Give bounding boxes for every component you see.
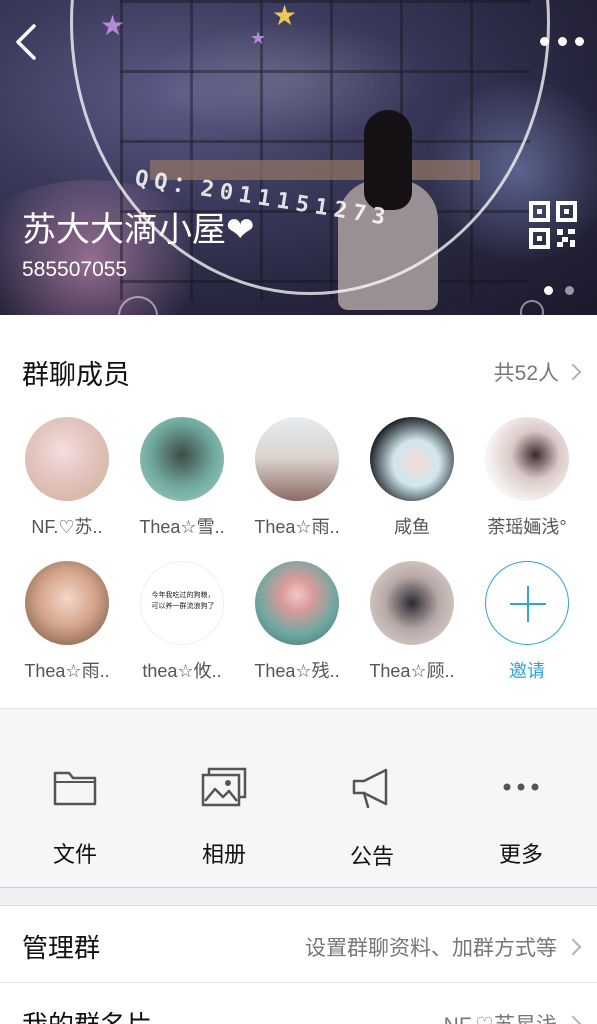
member-item[interactable]: 咸鱼	[353, 417, 471, 539]
invite-member-button[interactable]: 邀请	[468, 561, 586, 683]
page-dot-active	[544, 286, 553, 295]
member-name: NF.♡苏..	[31, 517, 103, 537]
more-options-button[interactable]	[540, 28, 584, 54]
qr-code-icon	[529, 201, 577, 249]
member-item[interactable]: Thea☆残..	[238, 561, 356, 683]
member-avatar	[255, 561, 339, 645]
dot-icon	[575, 36, 584, 46]
tool-files-button[interactable]: 文件	[15, 767, 135, 869]
row-value: 设置群聊资料、加群方式等	[305, 932, 582, 962]
back-arrow-icon	[16, 24, 36, 60]
add-member-circle	[485, 561, 569, 645]
member-name: Thea☆顾..	[369, 661, 455, 681]
manage-group-row[interactable]: 管理群 设置群聊资料、加群方式等	[0, 906, 597, 983]
chevron-right-icon	[564, 1015, 582, 1024]
megaphone-icon	[352, 768, 388, 809]
chevron-right-icon	[564, 938, 582, 956]
invite-label: 邀请	[509, 661, 545, 681]
member-item[interactable]: Thea☆雪..	[123, 417, 241, 539]
members-count-label: 共52人	[493, 362, 559, 385]
group-cover-header: ★ ★ ★ QQ：2011151273 苏大大滴小屋❤ 585507055	[0, 0, 597, 315]
member-avatar	[140, 417, 224, 501]
members-title: 群聊成员	[22, 360, 130, 390]
tool-label: 文件	[52, 842, 97, 867]
member-item[interactable]: 荼瑶婳浅°	[468, 417, 586, 539]
member-name: Thea☆残..	[254, 661, 340, 681]
member-name: thea☆攸..	[142, 661, 222, 681]
member-avatar	[25, 561, 109, 645]
member-item[interactable]: Thea☆顾..	[353, 561, 471, 683]
member-item[interactable]: 今年我吃过的狗粮， 可以养一群流浪狗了 thea☆攸..	[123, 561, 241, 683]
group-members-section: 群聊成员 共52人 NF.♡苏.. Thea☆雪.. Thea☆雨.. 咸鱼 荼…	[0, 315, 597, 708]
qr-code-button[interactable]	[528, 200, 578, 250]
chevron-right-icon	[564, 363, 582, 381]
member-name: Thea☆雨..	[254, 517, 340, 537]
group-number: 585507055	[22, 258, 128, 281]
dot-icon	[540, 36, 549, 46]
back-button[interactable]	[10, 22, 46, 62]
member-avatar	[255, 417, 339, 501]
avatar-caption: 今年我吃过的狗粮， 可以养一群流浪狗了	[151, 592, 215, 610]
member-avatar	[370, 417, 454, 501]
member-name: Thea☆雪..	[139, 517, 225, 537]
member-name: Thea☆雨..	[24, 661, 110, 681]
page-dot	[565, 286, 574, 295]
row-label: 我的群名片	[22, 1005, 152, 1024]
member-item[interactable]: Thea☆雨..	[8, 561, 126, 683]
tool-label: 相册	[201, 842, 246, 867]
group-name: 苏大大滴小屋❤	[22, 211, 255, 249]
member-avatar	[370, 561, 454, 645]
member-name: 咸鱼	[394, 517, 430, 537]
tool-announcement-button[interactable]: 公告	[312, 767, 432, 871]
group-tools-bar: 文件 相册 公告 更多	[0, 708, 597, 888]
folder-icon	[53, 771, 97, 806]
member-item[interactable]: Thea☆雨..	[238, 417, 356, 539]
cover-circle-decoration	[520, 300, 544, 315]
tool-label: 更多	[498, 842, 543, 867]
member-avatar	[25, 417, 109, 501]
tool-album-button[interactable]: 相册	[164, 767, 284, 869]
row-value-text: 设置群聊资料、加群方式等	[305, 937, 557, 960]
dot-icon	[557, 36, 567, 46]
my-group-card-row[interactable]: 我的群名片 NF.♡苏星浅	[0, 983, 597, 1024]
member-name: 荼瑶婳浅°	[487, 517, 567, 537]
member-avatar: 今年我吃过的狗粮， 可以养一群流浪狗了	[140, 561, 224, 645]
members-count-link[interactable]: 共52人	[493, 357, 582, 387]
row-value-text: NF.♡苏星浅	[444, 1009, 557, 1024]
member-avatar	[485, 417, 569, 501]
cover-page-indicator	[544, 286, 574, 295]
group-settings-list: 管理群 设置群聊资料、加群方式等 我的群名片 NF.♡苏星浅	[0, 905, 597, 1024]
group-profile-page: ★ ★ ★ QQ：2011151273 苏大大滴小屋❤ 585507055 群聊…	[0, 0, 597, 1024]
tool-more-button[interactable]: 更多	[461, 767, 581, 869]
photo-album-icon	[201, 767, 247, 807]
tool-label: 公告	[349, 844, 394, 869]
row-label: 管理群	[22, 933, 101, 963]
member-item[interactable]: NF.♡苏..	[8, 417, 126, 539]
more-dots-icon	[503, 783, 539, 791]
row-value: NF.♡苏星浅	[444, 1009, 582, 1024]
